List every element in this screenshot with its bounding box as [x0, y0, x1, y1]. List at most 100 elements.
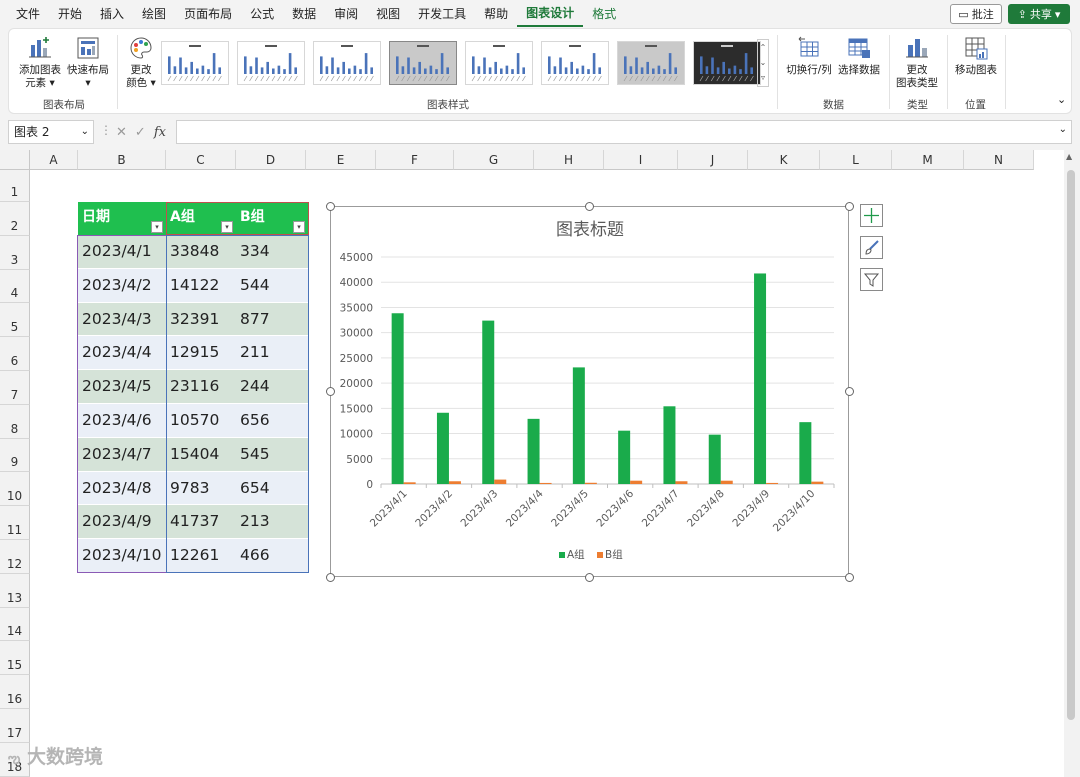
insert-function-button[interactable]: fx — [154, 125, 166, 140]
row-header-16[interactable]: 16 — [0, 675, 30, 709]
row-header-4[interactable]: 4 — [0, 269, 30, 304]
chart-style-thumbnail[interactable] — [389, 41, 457, 85]
chart-elements-button[interactable] — [860, 204, 883, 227]
row-header-9[interactable]: 9 — [0, 438, 30, 473]
menu-item-7[interactable]: 审阅 — [325, 0, 367, 28]
column-header-L[interactable]: L — [820, 150, 892, 170]
resize-handle[interactable] — [844, 572, 854, 582]
column-header-M[interactable]: M — [892, 150, 964, 170]
column-header-G[interactable]: G — [454, 150, 534, 170]
column-header-K[interactable]: K — [748, 150, 820, 170]
add-chart-element-button[interactable]: 添加图表 元素 ▾ — [17, 35, 63, 90]
column-header-F[interactable]: F — [376, 150, 454, 170]
row-header-17[interactable]: 17 — [0, 709, 30, 743]
menu-item-11[interactable]: 图表设计 — [517, 1, 584, 27]
resize-handle[interactable] — [325, 572, 335, 582]
column-header-E[interactable]: E — [306, 150, 376, 170]
scroll-up-icon[interactable]: ▲ — [1066, 152, 1072, 161]
row-header-1[interactable]: 1 — [0, 170, 30, 202]
menu-item-9[interactable]: 开发工具 — [409, 0, 475, 28]
menu-item-8[interactable]: 视图 — [367, 0, 409, 28]
y-tick-label: 0 — [366, 479, 373, 491]
worksheet: ABCDEFGHIJKLMN 1 2 3 4 5 6 7 8 9 10 11 12 13 14 15 16 17… — [0, 150, 1080, 777]
menu-item-3[interactable]: 绘图 — [133, 0, 175, 28]
row-header-15[interactable]: 15 — [0, 641, 30, 676]
row-header-2[interactable]: 2 — [0, 202, 30, 236]
chevron-down-icon[interactable]: ⌄ — [81, 121, 89, 143]
menu-item-6[interactable]: 数据 — [283, 0, 325, 28]
menu-bar: 文件 开始 插入 绘图 页面布局 公式 数据 审阅 视图 开发工具 帮助 图表设计 格式 — [0, 0, 1080, 28]
row-header-5[interactable]: 5 — [0, 303, 30, 338]
chart-filters-button[interactable] — [860, 268, 883, 291]
column-header-N[interactable]: N — [964, 150, 1034, 170]
quick-layout-button[interactable]: 快速布局 ▾ — [65, 35, 111, 90]
formula-actions: ✕ ✓ fx — [112, 120, 176, 144]
chart-area[interactable]: 图表标题 0 5000 10000 15000 20000 25000 30000 35000 4… — [330, 206, 849, 577]
chart-style-thumbnail[interactable] — [161, 41, 229, 85]
select-data-button[interactable]: 选择数据 — [835, 35, 883, 77]
bar-b — [403, 482, 416, 484]
chart-style-thumbnail[interactable] — [541, 41, 609, 85]
row-header-11[interactable]: 11 — [0, 506, 30, 540]
scrollbar-thumb[interactable] — [1067, 170, 1075, 720]
menu-item-10[interactable]: 帮助 — [475, 0, 517, 28]
resize-handle[interactable] — [325, 387, 335, 396]
row-header-12[interactable]: 12 — [0, 540, 30, 574]
chevron-down-icon[interactable]: ⌄ — [1059, 124, 1067, 135]
column-header-B[interactable]: B — [78, 150, 166, 170]
cancel-icon[interactable]: ✕ — [116, 125, 127, 140]
chart-style-thumbnail[interactable] — [313, 41, 381, 85]
row-header-7[interactable]: 7 — [0, 371, 30, 405]
chart-style-thumbnail[interactable] — [237, 41, 305, 85]
column-header-C[interactable]: C — [166, 150, 236, 170]
chevron-up-icon[interactable]: ⌃ — [758, 40, 768, 55]
legend-swatch-b — [597, 552, 603, 558]
menu-item-4[interactable]: 页面布局 — [175, 0, 241, 28]
column-header-J[interactable]: J — [678, 150, 748, 170]
select-all-corner[interactable] — [0, 150, 30, 170]
filter-dropdown-icon[interactable]: ▾ — [151, 221, 163, 233]
more-icon: ⋮ — [100, 123, 112, 137]
share-button[interactable]: ⇪ 共享 ▾ — [1008, 4, 1070, 24]
chart-style-thumbnail[interactable] — [693, 41, 761, 85]
formula-input[interactable]: ⌄ — [176, 120, 1072, 144]
select-data-label: 选择数据 — [838, 64, 880, 76]
brush-icon — [865, 240, 879, 255]
chevron-down-icon[interactable]: ⌄ — [758, 55, 768, 70]
gallery-scroll[interactable]: ⌃ ⌄ ▿ — [757, 39, 769, 87]
row-header-3[interactable]: 3 — [0, 235, 30, 270]
values-range-highlight — [166, 235, 309, 573]
column-header-A[interactable]: A — [30, 150, 78, 170]
resize-handle[interactable] — [844, 201, 854, 211]
row-header-10[interactable]: 10 — [0, 472, 30, 507]
confirm-icon[interactable]: ✓ — [135, 125, 146, 140]
column-header-D[interactable]: D — [236, 150, 306, 170]
column-header-H[interactable]: H — [534, 150, 604, 170]
menu-item-1[interactable]: 开始 — [49, 0, 91, 28]
row-header-6[interactable]: 6 — [0, 337, 30, 371]
row-header-14[interactable]: 14 — [0, 607, 30, 642]
resize-handle[interactable] — [325, 201, 335, 211]
resize-handle[interactable] — [844, 387, 854, 396]
row-header-8[interactable]: 8 — [0, 404, 30, 439]
chart-style-thumbnail[interactable] — [617, 41, 685, 85]
change-chart-type-button[interactable]: 更改 图表类型 — [893, 35, 941, 90]
menu-item-2[interactable]: 插入 — [91, 0, 133, 28]
resize-handle[interactable] — [585, 572, 594, 582]
column-header-I[interactable]: I — [604, 150, 678, 170]
change-colors-button[interactable]: 更改 颜色 ▾ — [121, 35, 161, 90]
menu-item-12[interactable]: 格式 — [583, 0, 625, 28]
resize-handle[interactable] — [585, 201, 594, 211]
menu-item-5[interactable]: 公式 — [241, 0, 283, 28]
chart-style-thumbnail[interactable] — [465, 41, 533, 85]
switch-row-column-button[interactable]: 切换行/列 — [783, 35, 835, 77]
move-chart-button[interactable]: 移动图表 — [951, 35, 1001, 77]
collapse-ribbon-icon[interactable]: ⌄ — [1057, 93, 1066, 106]
table-header-cell[interactable]: 日期 ▾ — [78, 202, 166, 235]
name-box[interactable]: 图表 2 ⌄ — [8, 120, 94, 144]
gallery-more-icon[interactable]: ▿ — [758, 70, 768, 85]
menu-item-0[interactable]: 文件 — [7, 0, 49, 28]
comment-button[interactable]: ▭ 批注 — [950, 4, 1002, 24]
row-header-13[interactable]: 13 — [0, 573, 30, 608]
chart-styles-button[interactable] — [860, 236, 883, 259]
